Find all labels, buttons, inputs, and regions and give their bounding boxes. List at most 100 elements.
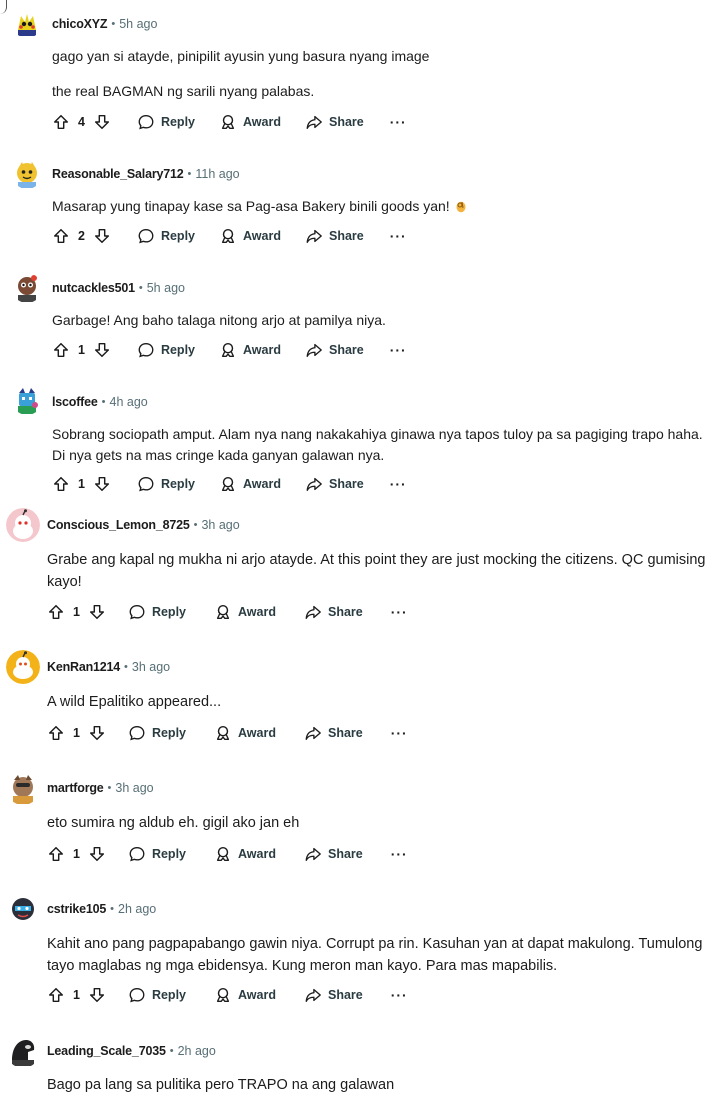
upvote-icon[interactable] [52,475,70,493]
user-avatar[interactable] [12,8,42,38]
downvote-icon[interactable] [88,724,106,742]
reply-button[interactable]: Reply [128,603,186,621]
more-options-button[interactable]: ··· [390,114,407,130]
username[interactable]: Leading_Scale_7035 [47,1044,166,1058]
timestamp[interactable]: 3h ago [201,518,239,532]
timestamp[interactable]: 3h ago [115,781,153,795]
vote-group: 1 [52,341,111,359]
comment-actions: 4 Reply Award Share ··· [52,113,407,131]
reply-icon [138,229,154,244]
comment-text: Garbage! Ang baho talaga nitong arjo at … [52,312,386,328]
reply-icon [129,726,145,741]
upvote-icon[interactable] [47,724,65,742]
award-button[interactable]: Award [219,341,281,359]
upvote-icon[interactable] [52,113,70,131]
reply-button[interactable]: Reply [128,986,186,1004]
more-options-button[interactable]: ··· [390,342,407,358]
upvote-icon[interactable] [52,227,70,245]
vote-group: 1 [47,603,106,621]
username[interactable]: cstrike105 [47,902,106,916]
upvote-icon[interactable] [47,603,65,621]
user-avatar[interactable] [6,650,40,684]
award-button[interactable]: Award [219,475,281,493]
share-icon [306,115,322,129]
meta-separator: • [138,282,143,294]
username[interactable]: chicoXYZ [52,17,108,31]
timestamp[interactable]: 5h ago [147,281,185,295]
vote-count: 1 [73,988,80,1002]
comment-text: Grabe ang kapal ng mukha ni arjo atayde.… [47,552,706,568]
user-avatar[interactable] [12,385,42,415]
timestamp[interactable]: 11h ago [195,167,239,181]
reply-label: Reply [151,726,186,740]
reply-label: Reply [151,605,186,619]
timestamp[interactable]: 2h ago [118,902,156,916]
downvote-icon[interactable] [88,986,106,1004]
comment-actions: 1 Reply Award Share ··· [47,724,408,742]
reply-button[interactable]: Reply [128,845,186,863]
award-button[interactable]: Award [219,227,281,245]
award-button[interactable]: Award [214,724,276,742]
award-label: Award [238,847,276,861]
user-avatar[interactable] [6,508,40,542]
award-icon [221,228,235,243]
more-options-button[interactable]: ··· [390,228,407,244]
reply-button[interactable]: Reply [137,227,195,245]
award-label: Award [238,988,276,1002]
share-button[interactable]: Share [304,603,363,621]
username[interactable]: Reasonable_Salary712 [52,167,184,181]
timestamp[interactable]: 3h ago [132,660,170,674]
share-button[interactable]: Share [304,724,363,742]
share-button[interactable]: Share [305,227,364,245]
more-options-button[interactable]: ··· [391,987,408,1003]
downvote-icon[interactable] [93,475,111,493]
share-icon [305,988,321,1002]
downvote-icon[interactable] [93,227,111,245]
share-button[interactable]: Share [305,475,364,493]
share-button[interactable]: Share [305,341,364,359]
timestamp[interactable]: 2h ago [178,1044,216,1058]
timestamp[interactable]: 4h ago [110,395,148,409]
reply-icon [129,605,145,620]
more-options-button[interactable]: ··· [390,476,407,492]
username[interactable]: nutcackles501 [52,281,135,295]
meta-separator: • [124,661,128,673]
share-label: Share [328,229,364,243]
reply-button[interactable]: Reply [137,113,195,131]
meta-separator: • [110,903,115,915]
user-avatar[interactable] [12,159,42,189]
user-avatar[interactable] [6,771,40,805]
award-icon [216,987,230,1002]
upvote-icon[interactable] [52,341,70,359]
meta-separator: • [187,168,192,180]
timestamp[interactable]: 5h ago [119,17,157,31]
reply-button[interactable]: Reply [128,724,186,742]
upvote-icon[interactable] [47,986,65,1004]
award-button[interactable]: Award [214,845,276,863]
share-button[interactable]: Share [304,986,363,1004]
comment-body: Garbage! Ang baho talaga nitong arjo at … [52,310,386,331]
award-button[interactable]: Award [214,603,276,621]
share-button[interactable]: Share [305,113,364,131]
reply-button[interactable]: Reply [137,475,195,493]
user-avatar[interactable] [6,1034,40,1068]
downvote-icon[interactable] [88,845,106,863]
more-options-button[interactable]: ··· [391,604,408,620]
username[interactable]: KenRan1214 [47,660,120,674]
more-options-button[interactable]: ··· [391,725,408,741]
username[interactable]: lscoffee [52,395,98,409]
comment-actions: 2 Reply Award Share ··· [52,227,407,245]
upvote-icon[interactable] [47,845,65,863]
downvote-icon[interactable] [93,113,111,131]
downvote-icon[interactable] [88,603,106,621]
username[interactable]: Conscious_Lemon_8725 [47,518,190,532]
award-button[interactable]: Award [219,113,281,131]
award-button[interactable]: Award [214,986,276,1004]
reply-button[interactable]: Reply [137,341,195,359]
downvote-icon[interactable] [93,341,111,359]
username[interactable]: martforge [47,781,104,795]
user-avatar[interactable] [6,892,40,926]
user-avatar[interactable] [12,273,42,303]
share-button[interactable]: Share [304,845,363,863]
more-options-button[interactable]: ··· [391,846,408,862]
